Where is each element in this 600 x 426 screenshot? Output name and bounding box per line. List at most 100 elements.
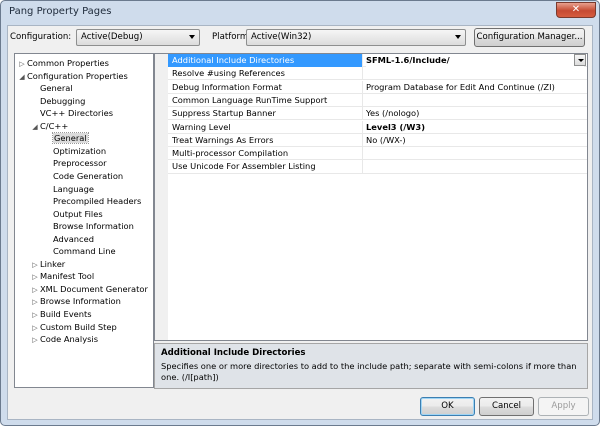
description-title: Additional Include Directories bbox=[161, 348, 306, 358]
grid-gutter bbox=[155, 54, 168, 340]
tree-item[interactable]: VC++ Directories bbox=[30, 107, 113, 120]
tree-item[interactable]: ▷ XML Document Generator bbox=[30, 283, 148, 296]
tree-item[interactable]: ◢ Configuration Properties bbox=[17, 70, 128, 83]
tree-item-label: General bbox=[40, 83, 73, 94]
description-text: Specifies one or more directories to add… bbox=[161, 361, 577, 382]
tree-item-label: Command Line bbox=[53, 246, 116, 257]
column-divider bbox=[362, 67, 363, 81]
column-divider bbox=[362, 160, 363, 174]
tree-item[interactable]: Browse Information bbox=[43, 220, 134, 233]
tree-item[interactable]: Debugging bbox=[30, 95, 85, 108]
property-row[interactable]: Resolve #using References bbox=[168, 67, 587, 81]
property-row[interactable]: Multi-processor Compilation bbox=[168, 147, 587, 161]
tree-item-label: Configuration Properties bbox=[27, 70, 128, 81]
cancel-button[interactable]: Cancel bbox=[479, 397, 534, 416]
tree-item[interactable]: Precompiled Headers bbox=[43, 195, 141, 208]
column-divider bbox=[362, 120, 363, 134]
property-row[interactable]: Common Language RunTime Support bbox=[168, 93, 587, 108]
expander-icon[interactable]: ◢ bbox=[17, 71, 27, 84]
configuration-select[interactable]: Active(Debug) bbox=[76, 29, 200, 46]
property-row[interactable]: Suppress Startup Banner Yes (/nologo) bbox=[168, 107, 587, 121]
property-row[interactable]: Additional Include Directories SFML-1.6/I… bbox=[168, 54, 587, 68]
tree-item-label: Manifest Tool bbox=[40, 271, 95, 282]
tree-item-label: Output Files bbox=[53, 208, 103, 219]
expander-icon[interactable]: ▷ bbox=[30, 334, 40, 347]
configuration-select-value: Active(Debug) bbox=[81, 32, 143, 42]
tree-item-label: C/C++ bbox=[40, 120, 69, 131]
tree-item-label: Precompiled Headers bbox=[53, 196, 142, 207]
property-name: Warning Level bbox=[172, 121, 231, 132]
tree-item-label: Browse Information bbox=[53, 221, 134, 232]
tree-item[interactable]: Code Generation bbox=[43, 170, 123, 183]
tree-item-label: Linker bbox=[40, 258, 66, 269]
window-title: Pang Property Pages bbox=[9, 6, 112, 17]
property-name: Treat Warnings As Errors bbox=[172, 134, 274, 145]
tree-item[interactable]: ▷ Code Analysis bbox=[30, 333, 98, 346]
tree-item[interactable]: Advanced bbox=[43, 233, 94, 246]
property-row[interactable]: Treat Warnings As Errors No (/WX-) bbox=[168, 133, 587, 147]
property-value[interactable] bbox=[366, 160, 584, 173]
property-row[interactable]: Debug Information Format Program Database… bbox=[168, 80, 587, 94]
tree-item[interactable]: General bbox=[30, 82, 73, 95]
property-grid[interactable]: Additional Include Directories SFML-1.6/I… bbox=[154, 53, 588, 341]
title-bar[interactable]: Pang Property Pages ✕ bbox=[1, 1, 599, 25]
property-value[interactable] bbox=[366, 67, 584, 80]
tree-item-label: VC++ Directories bbox=[40, 108, 114, 119]
tree-item[interactable]: Command Line bbox=[43, 245, 116, 258]
column-divider bbox=[362, 80, 363, 94]
tree-item[interactable]: ▷ Common Properties bbox=[17, 57, 109, 70]
value-dropdown-button[interactable] bbox=[574, 54, 586, 66]
tree-item[interactable]: Optimization bbox=[43, 145, 106, 158]
tree-item[interactable]: ▷ Browse Information bbox=[30, 295, 121, 308]
close-icon: ✕ bbox=[571, 4, 581, 15]
tree-item-label: General bbox=[52, 132, 89, 145]
tree-item-label: Optimization bbox=[53, 145, 107, 156]
description-panel: Additional Include Directories Specifies… bbox=[154, 343, 588, 389]
ok-button[interactable]: OK bbox=[420, 397, 475, 416]
property-name: Suppress Startup Banner bbox=[172, 108, 276, 119]
property-name: Use Unicode For Assembler Listing bbox=[172, 161, 316, 172]
close-button[interactable]: ✕ bbox=[556, 2, 596, 18]
property-value[interactable]: Level3 (/W3) bbox=[366, 121, 584, 134]
tree-item-label: Code Generation bbox=[53, 170, 124, 181]
column-divider bbox=[362, 133, 363, 147]
tree-item-label: Build Events bbox=[40, 309, 92, 319]
expander-icon[interactable]: ◢ bbox=[30, 121, 40, 134]
tree-item-label: Custom Build Step bbox=[40, 321, 117, 332]
tree-item-label: Browse Information bbox=[40, 296, 121, 307]
chevron-down-icon bbox=[455, 35, 461, 39]
category-tree[interactable]: ▷ Common Properties ◢ Configuration Propert… bbox=[14, 53, 154, 388]
tree-item[interactable]: Output Files bbox=[43, 208, 103, 221]
tree-item-label: Preprocessor bbox=[53, 158, 107, 169]
tree-item[interactable]: ▷ Custom Build Step bbox=[30, 321, 117, 334]
tree-item[interactable]: ▷ Build Events bbox=[30, 308, 92, 321]
tree-item-label: Debugging bbox=[40, 95, 86, 106]
chevron-down-icon bbox=[189, 35, 195, 39]
property-value[interactable]: No (/WX-) bbox=[366, 134, 584, 147]
tree-item[interactable]: General bbox=[43, 132, 89, 145]
tree-item-label: Common Properties bbox=[27, 58, 109, 68]
property-value[interactable]: Program Database for Edit And Continue (… bbox=[366, 81, 584, 94]
apply-button[interactable]: Apply bbox=[538, 397, 589, 416]
property-value[interactable] bbox=[366, 147, 584, 160]
tree-item[interactable]: ▷ Linker bbox=[30, 258, 65, 271]
tree-item[interactable]: Language bbox=[43, 183, 94, 196]
tree-item-label: Advanced bbox=[53, 233, 94, 244]
property-value[interactable]: Yes (/nologo) bbox=[366, 107, 584, 120]
property-value[interactable]: SFML-1.6/Include/ bbox=[366, 54, 584, 67]
platform-select-value: Active(Win32) bbox=[251, 32, 312, 42]
tree-item[interactable]: ▷ Manifest Tool bbox=[30, 270, 94, 283]
configuration-manager-button[interactable]: Configuration Manager... bbox=[474, 28, 585, 47]
tree-item[interactable]: Preprocessor bbox=[43, 157, 107, 170]
column-divider bbox=[362, 147, 363, 161]
property-name: Additional Include Directories bbox=[168, 54, 362, 67]
tree-item[interactable]: ◢ C/C++ bbox=[30, 120, 68, 133]
tree-item-label: Code Analysis bbox=[40, 334, 99, 345]
property-name: Common Language RunTime Support bbox=[172, 94, 328, 105]
property-value[interactable] bbox=[366, 94, 584, 107]
property-pages-window: Pang Property Pages ✕ Configuration: Act… bbox=[0, 0, 600, 426]
property-row[interactable]: Warning Level Level3 (/W3) bbox=[168, 120, 587, 134]
column-divider bbox=[362, 93, 363, 107]
property-row[interactable]: Use Unicode For Assembler Listing bbox=[168, 160, 587, 174]
platform-select[interactable]: Active(Win32) bbox=[246, 29, 466, 46]
